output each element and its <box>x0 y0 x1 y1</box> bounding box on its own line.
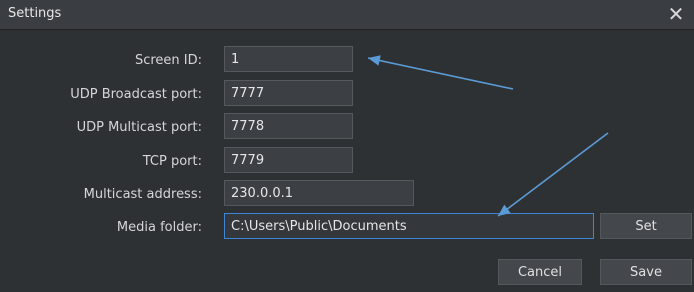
window-title: Settings <box>8 6 62 21</box>
annotation-arrow-screen-id <box>367 57 514 90</box>
udp-multicast-port-label: UDP Multicast port: <box>76 120 202 135</box>
close-icon[interactable]: ✕ <box>664 1 688 27</box>
udp-broadcast-port-label: UDP Broadcast port: <box>70 87 202 102</box>
udp-broadcast-port-input[interactable] <box>224 80 353 106</box>
media-folder-input[interactable] <box>224 213 594 239</box>
annotation-arrow-screen-id-head <box>368 55 381 66</box>
screen-id-input[interactable] <box>224 46 353 72</box>
tcp-port-label: TCP port: <box>142 154 202 169</box>
media-folder-label: Media folder: <box>116 220 202 235</box>
title-bar: Settings ✕ <box>0 0 694 30</box>
tcp-port-input[interactable] <box>224 147 353 173</box>
annotation-overlay <box>367 55 609 217</box>
annotation-arrow-media-folder <box>497 132 609 217</box>
multicast-address-input[interactable] <box>224 180 414 206</box>
set-folder-button[interactable]: Set <box>600 213 692 239</box>
save-button[interactable]: Save <box>600 259 692 285</box>
cancel-button[interactable]: Cancel <box>498 259 582 285</box>
udp-multicast-port-input[interactable] <box>224 113 353 139</box>
multicast-address-label: Multicast address: <box>83 187 202 202</box>
screen-id-label: Screen ID: <box>134 53 202 68</box>
